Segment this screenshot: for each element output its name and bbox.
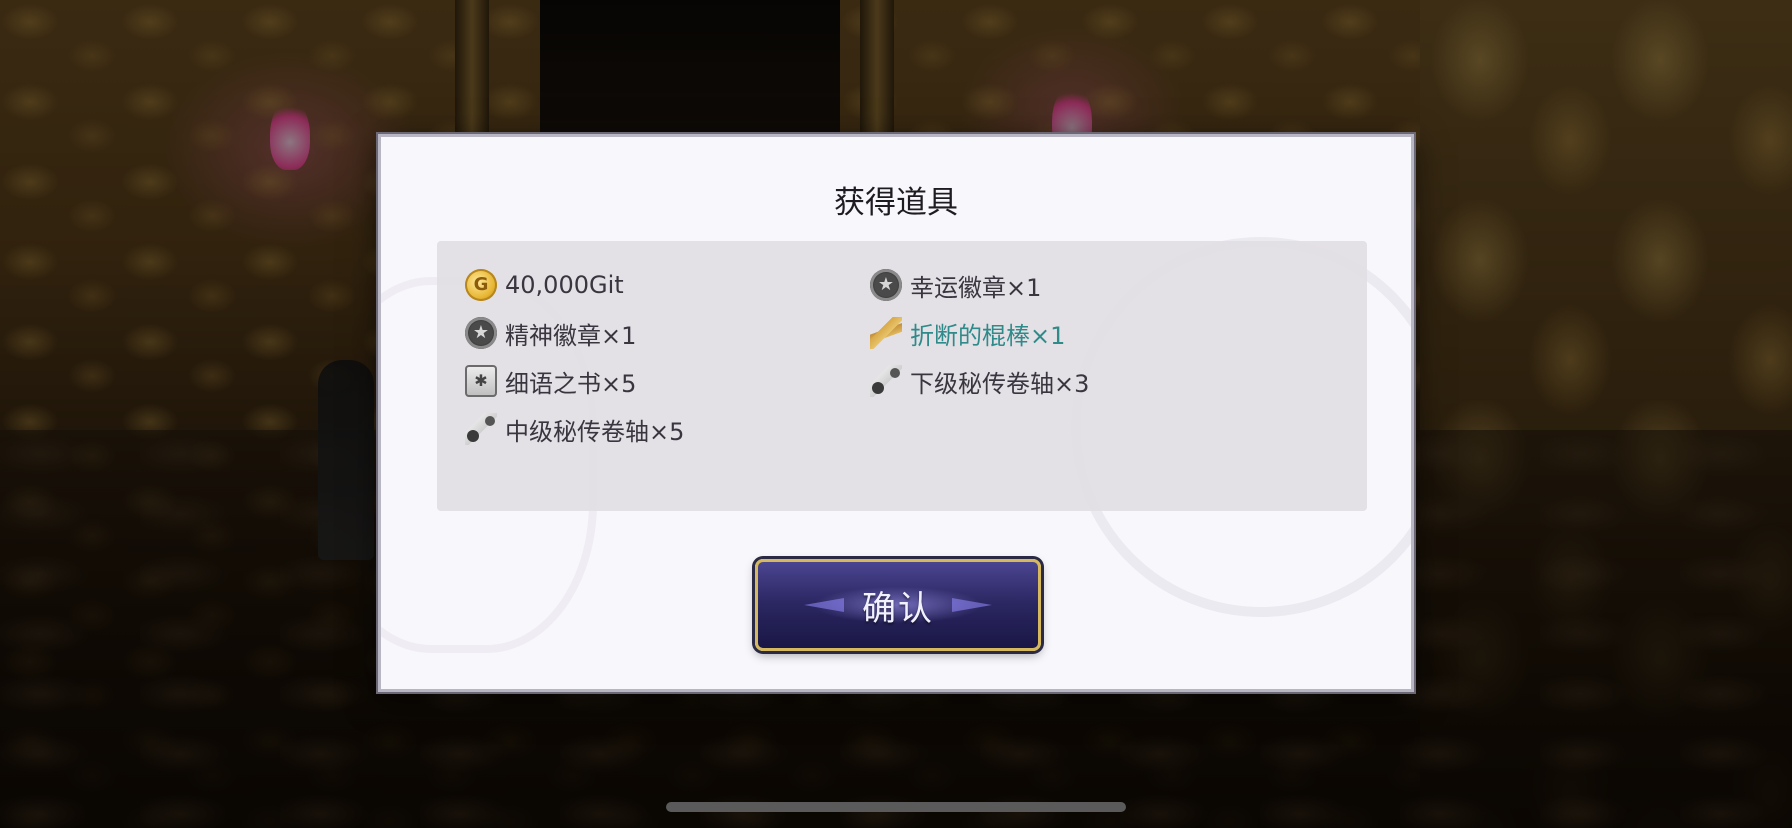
item-list-panel: 40,000Git 幸运徽章×1 精神徽章×1 折断的棍棒×1 细语之书×5 下… bbox=[437, 241, 1367, 511]
confirm-button[interactable]: 确认 bbox=[755, 559, 1041, 651]
reward-item-mid-scroll: 中级秘传卷轴×5 bbox=[465, 411, 684, 447]
confirm-button-label: 确认 bbox=[862, 588, 934, 629]
reward-item-luck-badge: 幸运徽章×1 bbox=[870, 267, 1041, 303]
reward-item-git: 40,000Git bbox=[465, 267, 624, 303]
reward-item-label: 折断的棍棒×1 bbox=[910, 321, 1066, 350]
reward-item-label: 精神徽章×1 bbox=[505, 321, 637, 350]
home-indicator-bar[interactable] bbox=[666, 802, 1126, 812]
reward-item-label: 40,000Git bbox=[505, 271, 624, 299]
scroll-icon bbox=[465, 413, 497, 445]
reward-item-low-scroll: 下级秘传卷轴×3 bbox=[870, 363, 1089, 399]
reward-item-label: 中级秘传卷轴×5 bbox=[505, 417, 685, 446]
reward-item-label: 下级秘传卷轴×3 bbox=[910, 369, 1090, 398]
item-reward-dialog: 获得道具 40,000Git 幸运徽章×1 精神徽章×1 折断的棍棒×1 细语之… bbox=[378, 134, 1414, 692]
dialog-title: 获得道具 bbox=[834, 185, 958, 221]
reward-item-whisper-book: 细语之书×5 bbox=[465, 363, 636, 399]
gold-coin-icon bbox=[465, 269, 497, 301]
broken-stick-icon bbox=[870, 317, 902, 349]
book-icon bbox=[465, 365, 497, 397]
reward-item-broken-stick: 折断的棍棒×1 bbox=[870, 315, 1065, 351]
badge-icon bbox=[870, 269, 902, 301]
reward-item-label: 细语之书×5 bbox=[505, 369, 637, 398]
scroll-icon bbox=[870, 365, 902, 397]
reward-item-spirit-badge: 精神徽章×1 bbox=[465, 315, 636, 351]
reward-item-label: 幸运徽章×1 bbox=[910, 273, 1042, 302]
badge-icon bbox=[465, 317, 497, 349]
